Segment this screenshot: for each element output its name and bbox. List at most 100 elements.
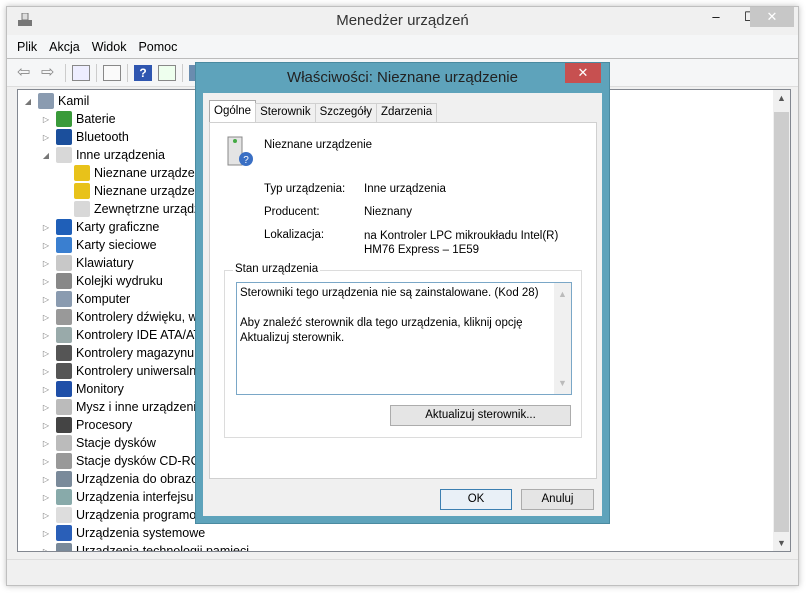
menu-widok[interactable]: Widok — [92, 40, 127, 54]
tree-item-label: Zewnętrzne urządz — [94, 202, 201, 216]
cancel-button[interactable]: Anuluj — [521, 489, 594, 510]
expand-arrow-icon[interactable]: ▷ — [40, 439, 52, 448]
tab-events[interactable]: Zdarzenia — [376, 103, 438, 122]
memory-icon — [56, 543, 72, 551]
tree-item-label: Urządzenia technologii pamięci — [76, 544, 250, 552]
expand-arrow-icon[interactable]: ▷ — [40, 511, 52, 520]
bluetooth-icon — [56, 129, 72, 145]
expand-arrow-icon[interactable]: ▷ — [40, 385, 52, 394]
tree-item-label: Baterie — [76, 112, 116, 126]
update-driver-button[interactable]: Aktualizuj sterownik... — [390, 405, 571, 426]
expand-arrow-icon[interactable]: ▷ — [40, 241, 52, 250]
menu-plik[interactable]: Plik — [17, 40, 37, 54]
expand-arrow-icon[interactable]: ▷ — [40, 313, 52, 322]
expand-arrow-icon[interactable]: ▷ — [40, 367, 52, 376]
expand-arrow-icon[interactable]: ▷ — [40, 493, 52, 502]
help-icon[interactable]: ? — [134, 64, 152, 81]
textbox-scrollbar[interactable]: ▲ ▼ — [554, 283, 571, 394]
tab-driver[interactable]: Sterownik — [255, 103, 316, 122]
tree-item[interactable]: ▷ Urządzenia technologii pamięci — [18, 542, 790, 552]
tree-item[interactable]: ▷ Urządzenia systemowe — [18, 524, 790, 542]
expand-arrow-icon[interactable]: ▷ — [40, 133, 52, 142]
tree-item-label: Urządzenia do obrazow — [76, 472, 208, 486]
tree-item-label: Karty graficzne — [76, 220, 160, 234]
keyboard-icon — [56, 255, 72, 271]
expand-arrow-icon[interactable]: ▷ — [40, 457, 52, 466]
unknown-device-icon — [56, 147, 72, 163]
expand-arrow-icon[interactable]: ▷ — [40, 295, 52, 304]
tree-item-label: Urządzenia systemowe — [76, 526, 206, 540]
scroll-up-icon[interactable]: ▲ — [773, 93, 790, 103]
tree-item-label: Monitory — [76, 382, 124, 396]
tree-item-label: Inne urządzenia — [76, 148, 165, 162]
general-panel: ? Nieznane urządzenie Typ urządzenia: In… — [209, 122, 597, 479]
device-status-group: Stan urządzenia Sterowniki tego urządzen… — [224, 263, 582, 438]
device-status-textbox[interactable]: Sterowniki tego urządzenia nie są zainst… — [236, 282, 572, 395]
toolbar-separator — [65, 63, 66, 82]
display-adapter-icon — [56, 219, 72, 235]
tab-strip: Ogólne Sterownik Szczegóły Zdarzenia — [209, 100, 438, 122]
close-button[interactable]: ✕ — [750, 7, 794, 27]
scroll-thumb[interactable] — [774, 112, 789, 532]
camera-icon — [56, 471, 72, 487]
expand-arrow-icon[interactable]: ▷ — [40, 331, 52, 340]
expand-arrow-icon[interactable]: ▷ — [40, 421, 52, 430]
expand-arrow-icon[interactable]: ▷ — [40, 115, 52, 124]
collapse-arrow-icon[interactable]: ◢ — [40, 151, 52, 160]
tree-item-label: Urządzenia interfejsu H — [76, 490, 206, 504]
tree-item-label: Komputer — [76, 292, 131, 306]
expand-arrow-icon[interactable]: ▷ — [40, 403, 52, 412]
minimize-button[interactable]: – — [698, 7, 734, 27]
console-icon[interactable] — [103, 64, 121, 81]
forward-icon[interactable]: ⇨ — [41, 64, 59, 81]
scroll-down-icon[interactable]: ▼ — [773, 538, 790, 548]
tab-details[interactable]: Szczegóły — [314, 103, 378, 122]
expand-arrow-icon[interactable]: ▷ — [40, 277, 52, 286]
expand-arrow-icon[interactable]: ▷ — [40, 223, 52, 232]
expand-arrow-icon[interactable]: ▷ — [40, 259, 52, 268]
speaker-icon — [56, 309, 72, 325]
dialog-close-button[interactable]: ✕ — [565, 63, 601, 83]
toolbar-separator — [127, 63, 128, 82]
back-icon[interactable]: ⇦ — [17, 64, 35, 81]
tree-item-label: Kontrolery uniwersalne — [76, 364, 204, 378]
properties-pane-icon[interactable] — [72, 64, 90, 81]
menu-pomoc[interactable]: Pomoc — [138, 40, 177, 54]
network-adapter-icon — [56, 237, 72, 253]
expand-arrow-icon[interactable]: ▷ — [40, 547, 52, 552]
printer-icon — [56, 273, 72, 289]
processor-icon — [56, 417, 72, 433]
expand-arrow-icon[interactable]: ▷ — [40, 529, 52, 538]
dialog-title: Właściwości: Nieznane urządzenie — [287, 69, 518, 86]
manufacturer-value: Nieznany — [364, 206, 412, 218]
tree-item-label: Karty sieciowe — [76, 238, 157, 252]
action-pane-icon[interactable] — [158, 64, 176, 81]
properties-dialog: Właściwości: Nieznane urządzenie ✕ Ogóln… — [195, 62, 610, 524]
cdrom-icon — [56, 453, 72, 469]
warning-device-icon — [74, 165, 90, 181]
tree-item-label: Stacje dysków CD-ROM — [76, 454, 211, 468]
usb-icon — [56, 363, 72, 379]
type-label: Typ urządzenia: — [264, 183, 346, 195]
collapse-arrow-icon[interactable]: ◢ — [22, 97, 34, 106]
mouse-icon — [56, 399, 72, 415]
tree-item-label: Kontrolery IDE ATA/AT — [76, 328, 202, 342]
tree-item-label: Procesory — [76, 418, 133, 432]
tab-general[interactable]: Ogólne — [209, 100, 257, 122]
menu-akcja[interactable]: Akcja — [49, 40, 80, 54]
ok-button[interactable]: OK — [440, 489, 512, 510]
location-value: na Kontroler LPC mikroukładu Intel(R) HM… — [364, 230, 559, 256]
dialog-body: Ogólne Sterownik Szczegóły Zdarzenia ? N… — [203, 93, 602, 516]
expand-arrow-icon[interactable]: ▷ — [40, 475, 52, 484]
tree-item-label: Mysz i inne urządzenia — [76, 400, 204, 414]
device-name: Nieznane urządzenie — [264, 139, 373, 151]
tree-item-label: Klawiatury — [76, 256, 134, 270]
tree-item-label: Bluetooth — [76, 130, 129, 144]
tree-scrollbar[interactable]: ▲ ▼ — [773, 90, 790, 551]
ide-icon — [56, 327, 72, 343]
type-value: Inne urządzenia — [364, 183, 446, 195]
monitor-icon — [56, 381, 72, 397]
expand-arrow-icon[interactable]: ▷ — [40, 349, 52, 358]
toolbar-separator — [96, 63, 97, 82]
storage-icon — [56, 345, 72, 361]
